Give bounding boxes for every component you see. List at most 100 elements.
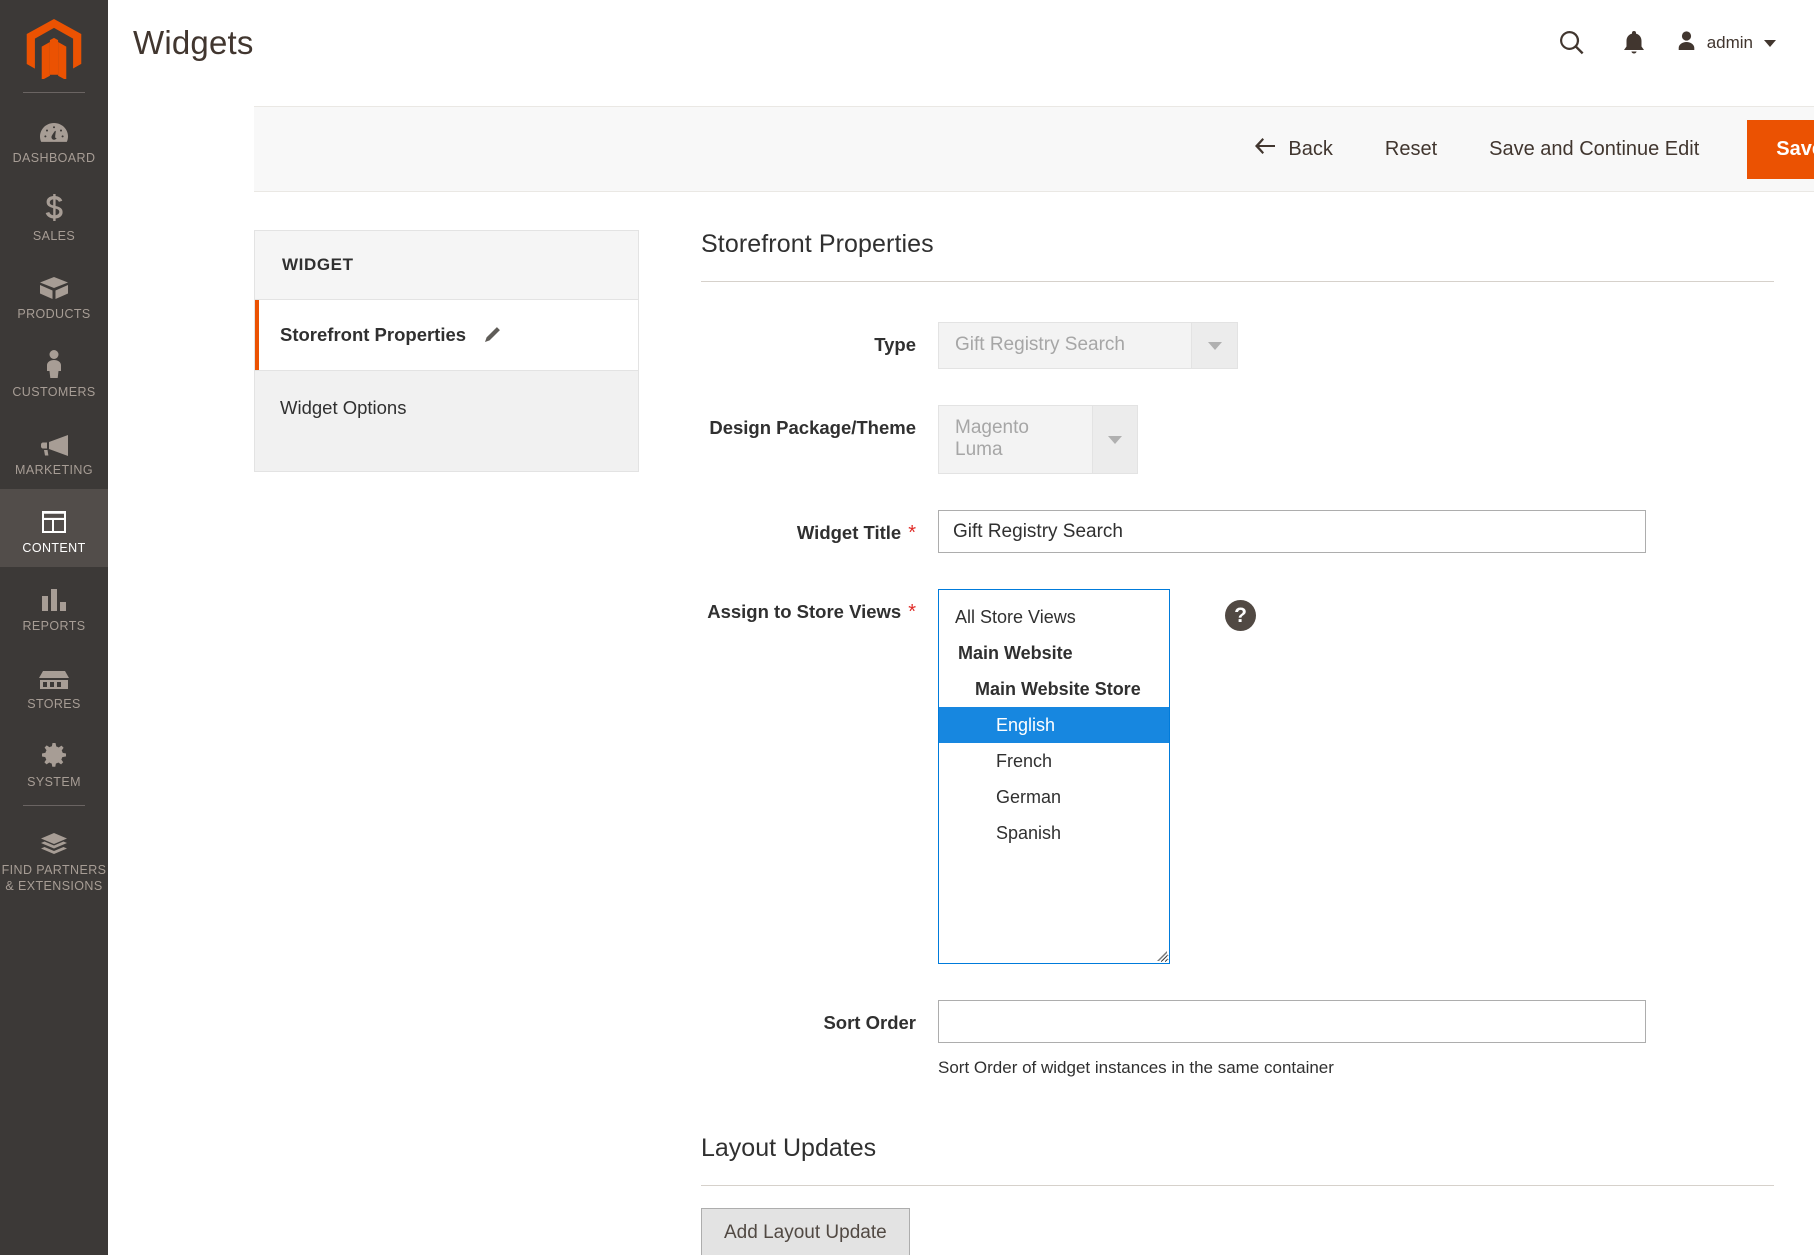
field-label-design-package-theme: Design Package/Theme bbox=[709, 417, 916, 438]
admin-name-label: admin bbox=[1706, 33, 1753, 52]
reset-button[interactable]: Reset bbox=[1359, 128, 1463, 171]
sidebar-item-label: Sales bbox=[32, 229, 76, 243]
store-view-option[interactable]: All Store Views bbox=[939, 599, 1169, 635]
magento-logo[interactable] bbox=[0, 10, 108, 88]
extensions-icon bbox=[38, 822, 70, 856]
widget-tabs-heading: WIDGET bbox=[255, 231, 638, 300]
sidebar-item-label: Content bbox=[22, 541, 86, 555]
resize-handle-icon[interactable] bbox=[1155, 949, 1168, 962]
sidebar-item-label: Stores bbox=[27, 697, 81, 711]
sidebar-item-content[interactable]: Content bbox=[0, 489, 108, 567]
question-mark-icon[interactable]: ? bbox=[1225, 600, 1256, 631]
field-label-sort-order: Sort Order bbox=[823, 1012, 916, 1033]
arrow-left-icon bbox=[1254, 137, 1276, 161]
store-view-option[interactable]: Spanish bbox=[939, 815, 1169, 851]
design-theme-select: Magento Luma bbox=[938, 405, 1138, 474]
magento-logo-icon bbox=[26, 19, 82, 79]
widget-tabs-panel: WIDGET Storefront Properties Widget Opti… bbox=[254, 230, 639, 472]
save-and-continue-edit-button[interactable]: Save and Continue Edit bbox=[1463, 128, 1725, 171]
sidebar-item-marketing[interactable]: Marketing bbox=[0, 411, 108, 489]
sidebar-item-find-partners-extensions[interactable]: Find Partners & Extensions bbox=[0, 812, 108, 905]
section-divider-layout-updates bbox=[701, 1185, 1774, 1186]
pencil-icon bbox=[484, 326, 502, 344]
field-label-assign-to-store-views: Assign to Store Views * bbox=[701, 589, 916, 625]
sidebar-item-label: Dashboard bbox=[12, 151, 96, 165]
store-view-option[interactable]: German bbox=[939, 779, 1169, 815]
sidebar-item-products[interactable]: Products bbox=[0, 255, 108, 333]
section-divider bbox=[701, 281, 1774, 282]
sidebar-item-stores[interactable]: Stores bbox=[0, 645, 108, 723]
sidebar-item-label: System bbox=[27, 775, 81, 789]
sidebar-item-customers[interactable]: Customers bbox=[0, 333, 108, 411]
sidebar-item-label: Products bbox=[17, 307, 91, 321]
tab-label: Storefront Properties bbox=[280, 324, 467, 345]
sidebar-item-label: Reports bbox=[22, 619, 86, 633]
sort-order-input[interactable] bbox=[938, 1000, 1646, 1043]
person-icon bbox=[43, 345, 65, 379]
sort-order-hint: Sort Order of widget instances in the sa… bbox=[938, 1058, 1334, 1077]
save-button[interactable]: Save bbox=[1747, 119, 1814, 179]
widget-title-input[interactable] bbox=[938, 510, 1646, 553]
dollar-icon bbox=[44, 189, 64, 223]
page-actions-toolbar: Back Reset Save and Continue Edit Save bbox=[254, 106, 1814, 192]
field-label-widget-title: Widget Title * bbox=[701, 510, 916, 546]
field-assign-to-store-views: Assign to Store Views * All Store Views M… bbox=[701, 589, 1774, 964]
sidebar-item-system[interactable]: System bbox=[0, 723, 108, 801]
admin-menu[interactable]: admin bbox=[1665, 29, 1782, 57]
required-marker: * bbox=[908, 522, 916, 544]
assign-store-views-label-text: Assign to Store Views bbox=[707, 601, 902, 622]
design-theme-select-value: Magento Luma bbox=[955, 417, 1029, 460]
field-design-package-theme: Design Package/Theme Magento Luma bbox=[701, 405, 1774, 474]
store-view-option-selected[interactable]: English bbox=[939, 707, 1169, 743]
main-content-area: Widgets admin Back Reset Save and Contin… bbox=[108, 0, 1814, 1255]
chevron-down-icon bbox=[1191, 323, 1237, 368]
main-sidebar: Dashboard Sales Products Customers Marke bbox=[0, 0, 108, 1255]
required-marker: * bbox=[908, 601, 916, 623]
widget-edit-content: WIDGET Storefront Properties Widget Opti… bbox=[254, 230, 1814, 1255]
page-title: Widgets bbox=[133, 24, 254, 61]
tab-label: Widget Options bbox=[280, 397, 407, 418]
sidebar-item-sales[interactable]: Sales bbox=[0, 177, 108, 255]
dashboard-icon bbox=[39, 111, 69, 145]
sidebar-item-label: Customers bbox=[12, 385, 96, 399]
tab-storefront-properties[interactable]: Storefront Properties bbox=[255, 300, 638, 371]
chevron-down-icon bbox=[1764, 39, 1776, 47]
gear-icon bbox=[40, 735, 68, 769]
add-layout-update-button[interactable]: Add Layout Update bbox=[701, 1208, 910, 1255]
store-views-multiselect[interactable]: All Store Views Main Website Main Websit… bbox=[938, 589, 1170, 964]
type-select-value: Gift Registry Search bbox=[955, 334, 1125, 355]
type-select: Gift Registry Search bbox=[938, 322, 1238, 369]
sidebar-divider-top bbox=[23, 92, 85, 93]
tab-widget-options[interactable]: Widget Options bbox=[255, 371, 638, 471]
sidebar-item-label: Find Partners & Extensions bbox=[1, 863, 107, 893]
box-icon bbox=[38, 267, 70, 301]
search-icon[interactable] bbox=[1541, 16, 1603, 70]
page-header: Widgets admin bbox=[108, 0, 1814, 86]
sidebar-item-dashboard[interactable]: Dashboard bbox=[0, 99, 108, 177]
field-widget-title: Widget Title * bbox=[701, 510, 1774, 553]
chevron-down-icon bbox=[1091, 406, 1137, 473]
sidebar-divider-bottom bbox=[23, 805, 85, 806]
bell-icon[interactable] bbox=[1603, 16, 1665, 70]
sidebar-item-label: Marketing bbox=[15, 463, 93, 477]
user-avatar-icon bbox=[1675, 29, 1698, 57]
widget-title-label-text: Widget Title bbox=[796, 522, 902, 543]
back-button[interactable]: Back bbox=[1228, 127, 1358, 171]
field-type: Type Gift Registry Search bbox=[701, 322, 1774, 369]
sidebar-item-reports[interactable]: Reports bbox=[0, 567, 108, 645]
store-view-option[interactable]: Main Website bbox=[939, 635, 1169, 671]
admin-page: Dashboard Sales Products Customers Marke bbox=[0, 0, 1814, 1255]
layout-icon bbox=[40, 501, 68, 535]
header-actions: admin bbox=[1541, 16, 1782, 70]
field-label-type: Type bbox=[874, 334, 916, 355]
megaphone-icon bbox=[38, 423, 70, 457]
section-title-layout-updates: Layout Updates bbox=[701, 1134, 877, 1162]
storefront-icon bbox=[38, 657, 70, 691]
store-view-option[interactable]: Main Website Store bbox=[939, 671, 1169, 707]
section-title-storefront-properties: Storefront Properties bbox=[701, 230, 934, 258]
storefront-properties-form: Storefront Properties Type Gift Registry… bbox=[639, 230, 1814, 1255]
bar-chart-icon bbox=[40, 579, 68, 613]
field-sort-order: Sort Order Sort Order of widget instance… bbox=[701, 1000, 1774, 1078]
store-view-option[interactable]: French bbox=[939, 743, 1169, 779]
back-label: Back bbox=[1288, 137, 1333, 160]
